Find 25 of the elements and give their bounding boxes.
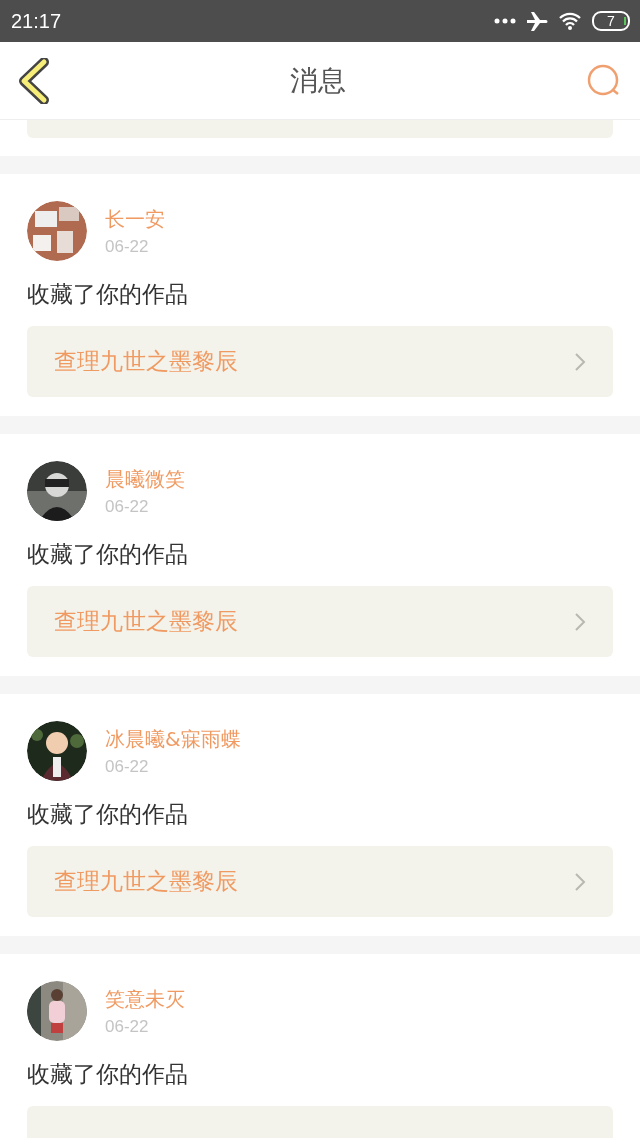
message-date: 06-22 (105, 1016, 150, 1037)
work-link[interactable]: 查理九世之墨黎辰 (27, 586, 613, 657)
message-date: 06-22 (105, 236, 150, 257)
page-title: 消息 (290, 62, 346, 99)
chevron-right-icon (574, 611, 586, 632)
more-dots-icon (494, 18, 516, 24)
wifi-icon (558, 11, 582, 31)
message-text: 收藏了你的作品 (27, 280, 189, 309)
message-text: 收藏了你的作品 (27, 1060, 189, 1089)
message-date: 06-22 (105, 756, 150, 777)
battery-icon: 7 (592, 11, 630, 31)
user-name[interactable]: 晨曦微笑 (105, 465, 185, 493)
user-name[interactable]: 笑意未灭 (105, 985, 185, 1013)
message-text: 收藏了你的作品 (27, 800, 189, 829)
status-time: 21:17 (11, 9, 62, 33)
airplane-icon (526, 11, 548, 31)
message-text: 收藏了你的作品 (27, 540, 189, 569)
chevron-right-icon (574, 871, 586, 892)
user-name[interactable]: 冰晨曦&寐雨蝶 (105, 725, 241, 753)
work-link[interactable]: 查理九世之墨黎辰 (27, 326, 613, 397)
user-name[interactable]: 长一安 (105, 205, 165, 233)
back-icon[interactable] (18, 57, 50, 104)
chevron-right-icon (574, 351, 586, 372)
work-link[interactable]: 查理九世之墨黎辰 (27, 846, 613, 917)
message-date: 06-22 (105, 496, 150, 517)
